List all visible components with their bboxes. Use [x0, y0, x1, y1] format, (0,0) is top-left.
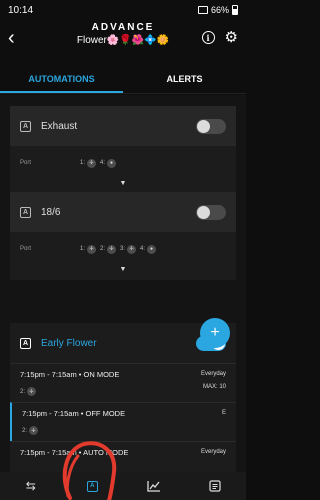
fan-icon: ✢ [107, 244, 117, 254]
automation-card-exhaust[interactable]: A Exhaust Port 1: ✢ 4: ● ▼ [10, 106, 236, 194]
schedule-row[interactable]: 7:15pm - 7:15am • ON MODE Everyday MAX: … [10, 363, 236, 402]
port-list: 1: ✢ 4: ● [80, 158, 118, 168]
fan-icon: ✢ [27, 387, 37, 396]
automation-card-early-flower[interactable]: A Early Flower 7:15pm - 7:15am • ON MODE… [10, 323, 236, 472]
status-time: 10:14 [8, 4, 34, 16]
header-actions: i ⚙ [201, 30, 238, 45]
nav-sliders-icon[interactable]: ⇆ [22, 477, 40, 495]
automation-card-18-6[interactable]: A 18/6 Port 1: ✢ 2: ✢ 3: ✢ 4: ● ▼ [10, 192, 236, 280]
schedule-days: Everyday [200, 449, 226, 455]
port-label: Port [20, 246, 32, 252]
card-header: A Exhaust [10, 106, 236, 146]
gear-icon[interactable]: ⚙ [225, 30, 238, 45]
port-number: 1: [80, 160, 86, 166]
app-header: ‹ ADVANCE Flower🌸🌹🌺💠🌼 i ⚙ [0, 20, 246, 58]
tab-alerts[interactable]: ALERTS [123, 62, 246, 93]
automation-mode-icon: A [20, 206, 31, 218]
port-number: 2: [20, 388, 26, 395]
fan-icon: ✢ [87, 244, 97, 254]
schedule-max: MAX: 10 [202, 384, 226, 390]
schedule-row[interactable]: 7:15pm - 7:15am • OFF MODE E 2: ✢ [10, 402, 236, 441]
schedule-days: Everyday [200, 371, 226, 377]
port-row: Port 1: ✢ 4: ● [10, 146, 236, 180]
automation-mode-icon: A [20, 337, 31, 349]
automation-mode-icon: A [20, 120, 31, 132]
card-title: 18/6 [41, 206, 61, 218]
bottom-nav: ⇆ A [0, 472, 246, 500]
port-number: 4: [140, 246, 146, 252]
fan-icon: ✢ [87, 158, 97, 168]
automation-toggle[interactable] [196, 205, 226, 220]
schedule-text: 7:15pm - 7:15am • OFF MODE [22, 409, 126, 418]
status-icons: 66% [197, 5, 238, 15]
schedule-text: 7:15pm - 7:15am • ON MODE [20, 370, 120, 379]
chart-icon [147, 481, 160, 492]
port-number: 1: [80, 246, 86, 252]
port-number: 4: [100, 160, 106, 166]
fan-icon: ✢ [29, 426, 39, 435]
port-row: Port 1: ✢ 2: ✢ 3: ✢ 4: ● [10, 232, 236, 266]
port-label: Port [20, 160, 32, 166]
expand-chevron-icon[interactable]: ▼ [10, 266, 236, 280]
automation-toggle[interactable] [196, 119, 226, 134]
schedule-row[interactable]: 7:15pm - 7:15am • AUTO MODE Everyday [10, 441, 236, 472]
battery-icon [232, 5, 238, 15]
schedule-text: 7:15pm - 7:15am • AUTO MODE [20, 448, 129, 457]
tab-automations[interactable]: AUTOMATIONS [0, 62, 123, 93]
battery-percent: 66% [210, 5, 229, 15]
info-icon[interactable]: i [201, 31, 215, 44]
schedule-ports: 2: ✢ [22, 426, 226, 435]
fan-icon: ✢ [127, 244, 137, 254]
automation-icon: A [86, 480, 98, 492]
port-number: 2: [100, 246, 106, 252]
card-title: Early Flower [41, 337, 97, 349]
status-bar: 10:14 66% [0, 0, 246, 20]
port-list: 1: ✢ 2: ✢ 3: ✢ 4: ● [80, 244, 158, 254]
card-header: A 18/6 [10, 192, 236, 232]
card-title: Exhaust [41, 120, 78, 132]
port-number: 3: [120, 246, 126, 252]
humidity-icon: ● [107, 158, 117, 168]
schedule-days: E [221, 410, 226, 416]
schedule-ports: 2: ✢ [20, 387, 226, 396]
nav-log-icon[interactable] [206, 477, 224, 495]
nav-chart-icon[interactable] [145, 477, 163, 495]
add-automation-button[interactable]: + [200, 318, 230, 348]
signal-icon [197, 6, 208, 14]
nav-automations-icon[interactable]: A [83, 477, 101, 495]
port-number: 2: [22, 427, 28, 434]
tab-bar: AUTOMATIONS ALERTS [0, 62, 246, 94]
humidity-icon: ● [147, 244, 157, 254]
log-icon [209, 480, 221, 492]
automations-list: A Exhaust Port 1: ✢ 4: ● ▼ A 18/6 Port 1… [0, 95, 246, 472]
